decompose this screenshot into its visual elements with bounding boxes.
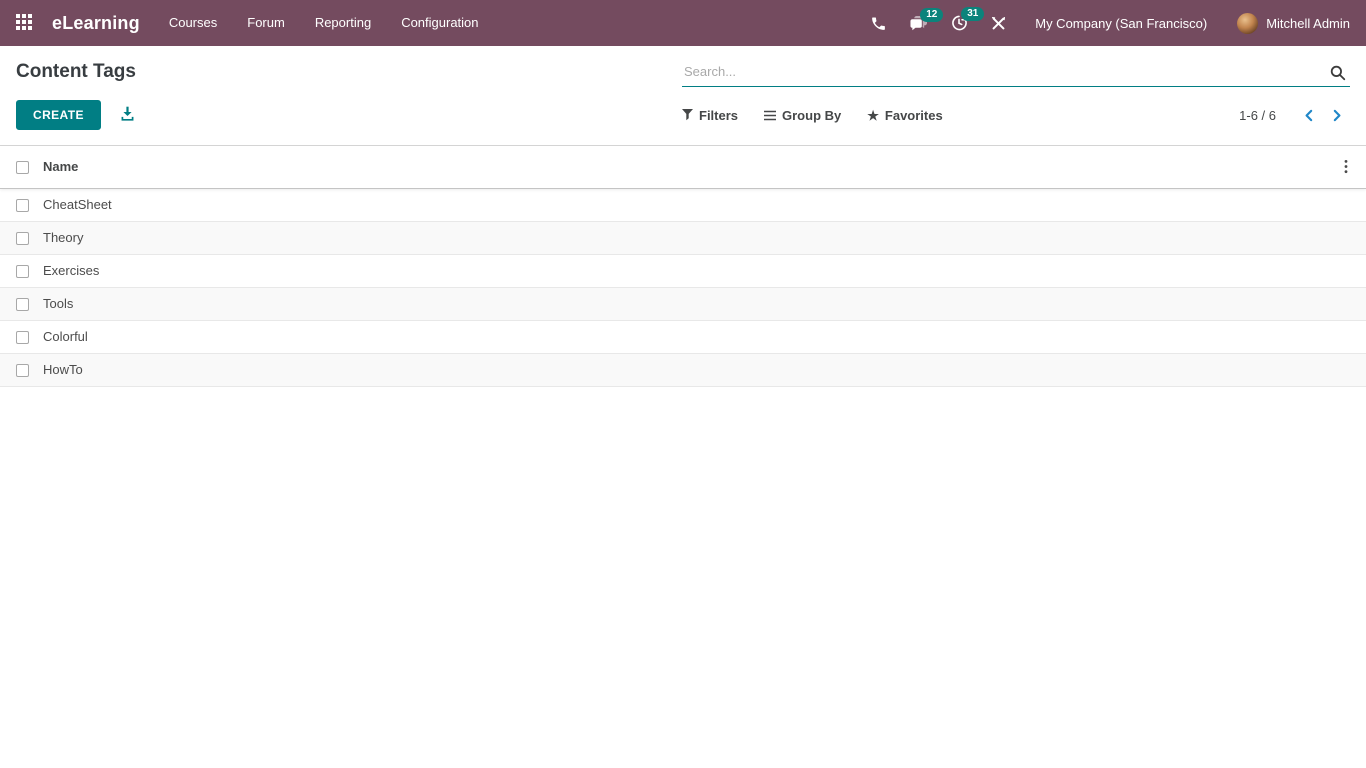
control-panel: Content Tags CREATE Filters <box>0 46 1366 146</box>
tag-name[interactable]: HowTo <box>43 353 1338 387</box>
group-by-icon <box>764 110 777 121</box>
search-input[interactable] <box>682 59 1350 86</box>
row-checkbox[interactable] <box>16 298 29 312</box>
star-icon: ★ <box>867 107 879 123</box>
row-checkbox[interactable] <box>16 265 29 279</box>
tag-name[interactable]: Tools <box>43 287 1338 321</box>
create-button[interactable]: CREATE <box>16 100 101 130</box>
row-checkbox-cell <box>0 353 43 387</box>
row-checkbox-cell <box>0 287 43 321</box>
row-checkbox-cell <box>0 254 43 288</box>
column-header-name[interactable]: Name <box>43 146 1338 189</box>
table-row[interactable]: Tools <box>0 287 1366 321</box>
favorites-button[interactable]: ★ Favorites <box>867 104 942 127</box>
filters-button[interactable]: Filters <box>682 104 738 127</box>
user-menu[interactable]: Mitchell Admin <box>1237 12 1350 34</box>
row-checkbox[interactable] <box>16 364 29 378</box>
tag-name[interactable]: Exercises <box>43 254 1338 288</box>
search-bar <box>682 59 1350 87</box>
tag-rows: CheatSheet Theory Exercises Tools Colorf… <box>0 188 1366 387</box>
table-row[interactable]: Exercises <box>0 254 1366 288</box>
systray: 12 31 My Company (San Francisco) Mitchel… <box>848 7 1350 34</box>
avatar <box>1237 12 1259 34</box>
select-all-cell <box>0 146 43 189</box>
search-options: Filters Group By ★ Favorites <box>682 104 969 127</box>
app-name[interactable]: eLearning <box>52 13 140 34</box>
row-checkbox[interactable] <box>16 232 29 246</box>
pager-range: 1-6 / 6 <box>1239 107 1276 123</box>
top-navbar: eLearning Courses Forum Reporting Configura… <box>0 0 1366 46</box>
row-checkbox[interactable] <box>16 331 29 345</box>
tag-name[interactable]: Colorful <box>43 320 1338 354</box>
menu-item[interactable]: Courses <box>154 0 232 46</box>
group-by-button[interactable]: Group By <box>764 104 841 127</box>
filter-icon <box>682 109 693 121</box>
activities-icon[interactable]: 31 <box>950 7 985 32</box>
app-menu: Courses Forum Reporting Configuration <box>154 0 494 46</box>
table-row[interactable]: Theory <box>0 221 1366 255</box>
phone-icon[interactable] <box>870 15 887 32</box>
export-icon[interactable] <box>117 103 138 127</box>
pager-next-icon[interactable] <box>1323 106 1350 125</box>
pager-previous-icon[interactable] <box>1296 106 1323 125</box>
apps-menu-icon[interactable] <box>16 14 34 32</box>
optional-columns-icon[interactable] <box>1338 157 1354 176</box>
user-name: Mitchell Admin <box>1266 15 1350 31</box>
optional-columns-cell <box>1338 146 1366 189</box>
messages-badge: 12 <box>920 7 944 22</box>
list-header-row: Name <box>0 146 1366 189</box>
page-title: Content Tags <box>16 61 136 82</box>
tools-icon[interactable] <box>990 15 1007 32</box>
search-icon[interactable] <box>1329 64 1347 87</box>
activities-badge: 31 <box>961 7 985 21</box>
table-row[interactable]: HowTo <box>0 353 1366 387</box>
menu-item[interactable]: Forum <box>232 0 300 46</box>
row-checkbox-cell <box>0 320 43 354</box>
row-checkbox-cell <box>0 221 43 255</box>
pager: 1-6 / 6 <box>1239 106 1350 125</box>
select-all-checkbox[interactable] <box>16 161 29 175</box>
company-switcher[interactable]: My Company (San Francisco) <box>1035 16 1207 31</box>
menu-item[interactable]: Configuration <box>386 0 493 46</box>
content-tags-list: Name CheatSheet Theory Exercises Tools C… <box>0 146 1366 387</box>
menu-item[interactable]: Reporting <box>300 0 386 46</box>
row-checkbox-cell <box>0 188 43 222</box>
tag-name[interactable]: CheatSheet <box>43 188 1338 222</box>
tag-name[interactable]: Theory <box>43 221 1338 255</box>
messages-icon[interactable]: 12 <box>909 7 944 32</box>
table-row[interactable]: Colorful <box>0 320 1366 354</box>
table-row[interactable]: CheatSheet <box>0 188 1366 222</box>
row-checkbox[interactable] <box>16 199 29 213</box>
